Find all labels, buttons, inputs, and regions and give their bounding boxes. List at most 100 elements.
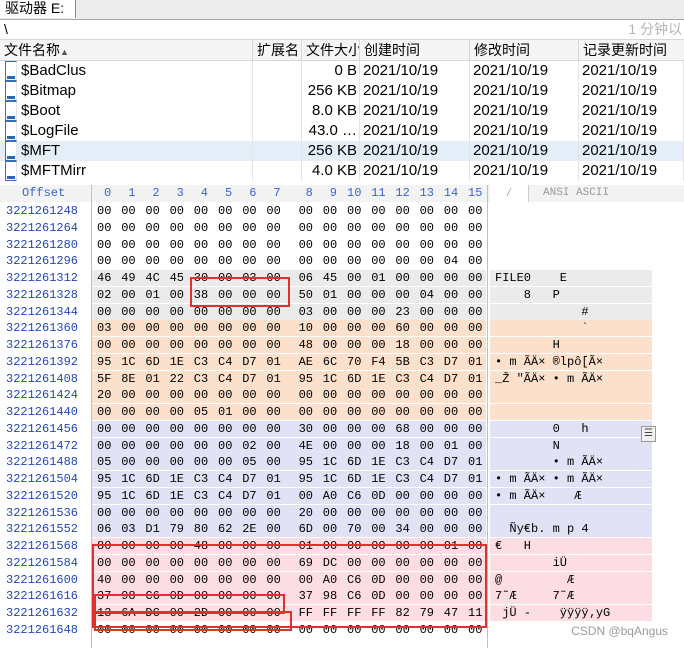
- hex-byte[interactable]: 00: [145, 203, 159, 219]
- hex-byte[interactable]: 00: [347, 438, 361, 454]
- hex-byte[interactable]: 00: [323, 203, 337, 219]
- hex-byte[interactable]: 00: [371, 320, 385, 336]
- hex-byte[interactable]: 00: [170, 505, 184, 521]
- hex-byte[interactable]: 00: [194, 438, 208, 454]
- hex-byte[interactable]: C3: [395, 454, 409, 470]
- hex-row[interactable]: 3221261488 05 00 00 00 00 00 05 00 95 1C 6D 1E C3 C4 D7…: [0, 454, 684, 471]
- hex-byte[interactable]: 00: [371, 521, 385, 537]
- hex-byte[interactable]: 00: [347, 421, 361, 437]
- hex-byte[interactable]: 00: [266, 203, 280, 219]
- hex-byte[interactable]: 00: [299, 253, 313, 269]
- hex-byte[interactable]: 00: [218, 454, 232, 470]
- hex-byte[interactable]: 00: [242, 337, 256, 353]
- hex-byte[interactable]: 1C: [121, 488, 135, 504]
- hex-byte[interactable]: 00: [468, 237, 482, 253]
- hex-byte[interactable]: D7: [242, 354, 256, 370]
- hex-byte[interactable]: 00: [97, 505, 111, 521]
- hex-byte[interactable]: 00: [121, 220, 135, 236]
- hex-byte[interactable]: 00: [468, 203, 482, 219]
- hex-byte[interactable]: 00: [170, 220, 184, 236]
- hex-row[interactable]: 3221261456 00 00 00 00 00 00 00 00 30 00 00 00 68 00 00…: [0, 420, 684, 437]
- hex-byte[interactable]: 62: [218, 521, 232, 537]
- hex-byte[interactable]: 00: [323, 337, 337, 353]
- hex-byte[interactable]: 1C: [323, 471, 337, 487]
- hex-byte[interactable]: 00: [395, 488, 409, 504]
- hex-byte[interactable]: 00: [395, 253, 409, 269]
- file-row[interactable]: $Bitmap 256 KB 2021/10/19 2021/10/19 2021/10…: [0, 81, 684, 101]
- hex-byte[interactable]: 1C: [121, 471, 135, 487]
- hex-byte[interactable]: 00: [323, 421, 337, 437]
- hex-byte[interactable]: 00: [194, 220, 208, 236]
- column-header-created[interactable]: 创建时间: [360, 40, 470, 60]
- hex-byte[interactable]: C4: [218, 488, 232, 504]
- hex-byte[interactable]: 00: [323, 237, 337, 253]
- hex-byte[interactable]: 00: [97, 220, 111, 236]
- hex-byte[interactable]: 6D: [347, 454, 361, 470]
- hex-row[interactable]: 3221261248 00 00 00 00 00 00 00 00 00 00 00 00 00 00 00…: [0, 203, 684, 219]
- hex-byte[interactable]: 05: [242, 454, 256, 470]
- hex-byte[interactable]: 00: [468, 337, 482, 353]
- hex-byte[interactable]: 00: [266, 454, 280, 470]
- hex-byte[interactable]: 00: [420, 237, 434, 253]
- file-row[interactable]: $MFTMirr 4.0 KB 2021/10/19 2021/10/19 2021/1…: [0, 161, 684, 181]
- hex-byte[interactable]: 00: [218, 237, 232, 253]
- hex-byte[interactable]: D7: [444, 454, 458, 470]
- hex-byte[interactable]: 00: [395, 505, 409, 521]
- hex-byte[interactable]: 00: [170, 387, 184, 403]
- hex-byte[interactable]: 00: [347, 404, 361, 420]
- hex-byte[interactable]: 00: [194, 237, 208, 253]
- hex-byte[interactable]: D7: [242, 471, 256, 487]
- hex-byte[interactable]: 00: [347, 337, 361, 353]
- hex-byte[interactable]: 00: [242, 505, 256, 521]
- hex-byte[interactable]: 00: [97, 203, 111, 219]
- hex-byte[interactable]: 00: [121, 438, 135, 454]
- hex-byte[interactable]: 00: [121, 454, 135, 470]
- hex-byte[interactable]: 00: [323, 404, 337, 420]
- column-header-modified[interactable]: 修改时间: [470, 40, 579, 60]
- hex-byte[interactable]: 00: [323, 253, 337, 269]
- hex-byte[interactable]: 00: [242, 421, 256, 437]
- hex-byte[interactable]: 00: [170, 438, 184, 454]
- hex-byte[interactable]: 6D: [145, 488, 159, 504]
- hex-byte[interactable]: 00: [121, 287, 135, 303]
- hex-byte[interactable]: 00: [145, 404, 159, 420]
- hex-byte[interactable]: 1E: [371, 471, 385, 487]
- hex-byte[interactable]: 00: [468, 505, 482, 521]
- hex-byte[interactable]: 00: [444, 404, 458, 420]
- hex-byte[interactable]: 00: [299, 220, 313, 236]
- hex-byte[interactable]: 00: [194, 421, 208, 437]
- hex-byte[interactable]: 18: [395, 337, 409, 353]
- hex-row[interactable]: 3221261264 00 00 00 00 00 00 00 00 00 00 00 00 00 00 00…: [0, 220, 684, 236]
- hex-byte[interactable]: 68: [395, 421, 409, 437]
- hex-byte[interactable]: 00: [347, 320, 361, 336]
- hex-byte[interactable]: 01: [444, 438, 458, 454]
- hex-byte[interactable]: 06: [97, 521, 111, 537]
- hex-byte[interactable]: 00: [218, 220, 232, 236]
- hex-byte[interactable]: 00: [218, 421, 232, 437]
- hex-byte[interactable]: D7: [242, 488, 256, 504]
- hex-byte[interactable]: 00: [395, 287, 409, 303]
- hex-byte[interactable]: 00: [97, 237, 111, 253]
- hex-byte[interactable]: 00: [218, 203, 232, 219]
- hex-byte[interactable]: 00: [121, 421, 135, 437]
- hex-byte[interactable]: 00: [371, 220, 385, 236]
- hex-byte[interactable]: 00: [97, 404, 111, 420]
- hex-byte[interactable]: 6D: [347, 371, 361, 387]
- hex-byte[interactable]: 00: [323, 387, 337, 403]
- hex-byte[interactable]: 01: [145, 287, 159, 303]
- hex-byte[interactable]: 00: [468, 304, 482, 320]
- tab-drive-e[interactable]: 驱动器 E:: [0, 0, 76, 18]
- hex-byte[interactable]: 00: [395, 387, 409, 403]
- hex-byte[interactable]: 49: [121, 270, 135, 286]
- hex-byte[interactable]: D7: [242, 371, 256, 387]
- hex-byte[interactable]: 00: [242, 237, 256, 253]
- hex-byte[interactable]: 00: [170, 304, 184, 320]
- hex-byte[interactable]: 00: [266, 505, 280, 521]
- hex-byte[interactable]: 95: [97, 471, 111, 487]
- hex-byte[interactable]: C6: [347, 488, 361, 504]
- hex-byte[interactable]: 00: [242, 203, 256, 219]
- hex-byte[interactable]: 00: [371, 287, 385, 303]
- hex-byte[interactable]: 00: [347, 203, 361, 219]
- hex-byte[interactable]: C3: [395, 371, 409, 387]
- hex-byte[interactable]: 00: [145, 220, 159, 236]
